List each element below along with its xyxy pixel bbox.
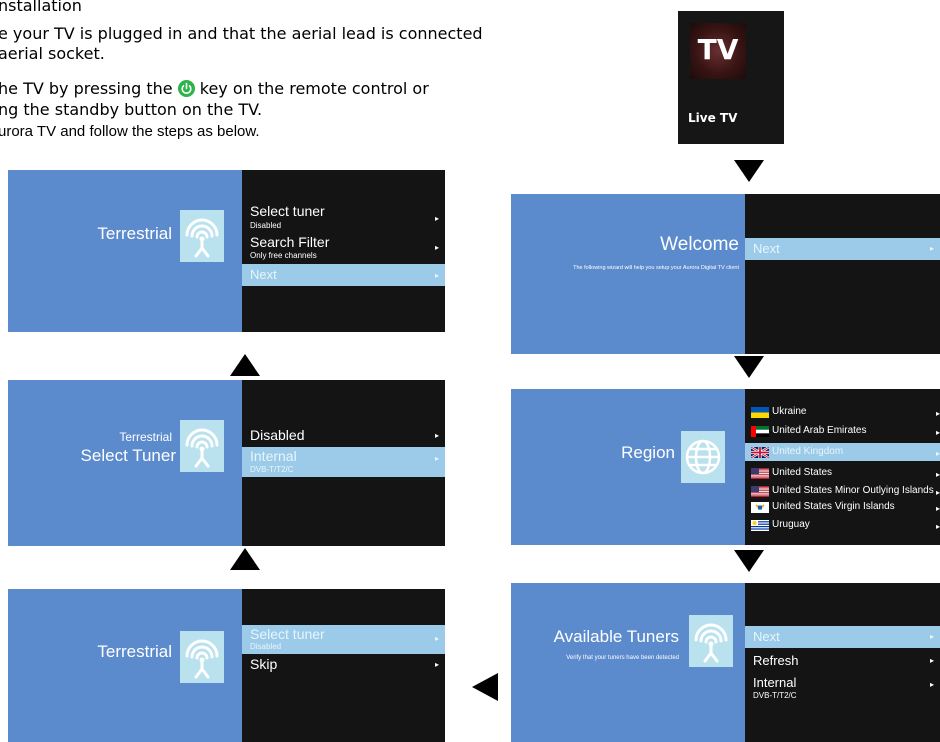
arrow-up-1 (230, 548, 260, 570)
tuners-refresh-item[interactable]: Refresh ▸ (745, 650, 940, 672)
intro-line-3a: he TV by pressing the (0, 79, 173, 98)
intro-line-1: e your TV is plugged in and that the aer… (0, 24, 483, 43)
select-tuner-screen: Terrestrial Select Tuner Disabled ▸ Inte… (8, 380, 445, 546)
region-item-united-kingdom[interactable]: United Kingdom ▸ (745, 443, 940, 461)
terrestrial-settings-screen: Terrestrial Select tuner Disabled ▸ Sear… (8, 170, 445, 332)
select-tuner-title: Select Tuner (80, 446, 176, 465)
skip-item[interactable]: Skip ▸ (242, 655, 445, 675)
available-tuners-title: Available Tuners (553, 627, 679, 646)
terrestrial-tuner-screen: Terrestrial Select tuner Disabled ▸ Skip… (8, 589, 445, 742)
region-item-ukraine[interactable]: Ukraine ▸ (745, 403, 940, 421)
tuner-internal-item[interactable]: Internal DVB-T/T2/C ▸ (242, 447, 445, 477)
next-item[interactable]: Next ▸ (242, 264, 445, 286)
welcome-title: Welcome (660, 234, 739, 255)
region-item-us-virgin-islands[interactable]: United States Virgin Islands ▸ (745, 498, 940, 516)
globe-icon (681, 431, 725, 483)
region-title: Region (621, 443, 675, 462)
live-tv-tile[interactable]: TV Live TV (678, 11, 784, 144)
uae-flag-icon (751, 426, 769, 437)
welcome-screen: Welcome The following wizard will help y… (511, 194, 940, 354)
region-item-uae[interactable]: United Arab Emirates ▸ (745, 422, 940, 440)
intro-line-5: urora TV and follow the steps as below. (0, 123, 260, 140)
us-flag-icon (751, 468, 769, 479)
select-tuner-item[interactable]: Select tuner Disabled ▸ (242, 625, 445, 654)
antenna-icon (180, 631, 224, 683)
tuner-disabled-item[interactable]: Disabled ▸ (242, 424, 445, 446)
us-flag-icon (751, 486, 769, 497)
antenna-icon (180, 420, 224, 472)
ukraine-flag-icon (751, 407, 769, 418)
select-tuner-subtitle: Terrestrial (119, 430, 172, 444)
arrow-down-2 (734, 356, 764, 378)
intro-line-4: ng the standby button on the TV. (0, 100, 263, 119)
region-screen: Region Ukraine ▸ United Arab Emirates ▸ Un… (511, 389, 940, 545)
tv-logo-icon: TV (690, 23, 746, 79)
intro-line-3b: key on the remote control or (199, 79, 429, 98)
available-tuners-screen: Available Tuners Verify that your tuners… (511, 583, 940, 742)
available-tuners-description: Verify that your tuners have been detect… (566, 655, 679, 661)
intro-line-3: he TV by pressing the key on the remote … (0, 78, 429, 100)
tuners-next-item[interactable]: Next ▸ (745, 626, 940, 648)
arrow-down-1 (734, 160, 764, 182)
power-icon (177, 80, 195, 97)
arrow-down-3 (734, 550, 764, 572)
region-item-united-states[interactable]: United States ▸ (745, 464, 940, 482)
select-tuner-item[interactable]: Select tuner Disabled ▸ (242, 202, 445, 232)
usvi-flag-icon (751, 502, 769, 513)
intro-line-2: aerial socket. (0, 44, 105, 63)
uk-flag-icon (751, 447, 769, 458)
intro-heading: nstallation (0, 0, 82, 15)
welcome-next-item[interactable]: Next ▸ (745, 238, 940, 260)
tuners-internal-item[interactable]: Internal DVB-T/T2/C ▸ (745, 674, 940, 704)
region-item-uruguay[interactable]: Uruguay ▸ (745, 516, 940, 534)
welcome-description: The following wizard will help you setup… (573, 265, 739, 271)
uruguay-flag-icon (751, 520, 769, 531)
antenna-icon (180, 210, 224, 262)
search-filter-item[interactable]: Search Filter Only free channels ▸ (242, 233, 445, 263)
antenna-icon (689, 615, 733, 667)
arrow-up-2 (230, 354, 260, 376)
terrestrial-title: Terrestrial (97, 642, 172, 661)
arrow-left (472, 673, 498, 701)
live-tv-label: Live TV (688, 111, 738, 125)
terrestrial-title: Terrestrial (97, 224, 172, 243)
